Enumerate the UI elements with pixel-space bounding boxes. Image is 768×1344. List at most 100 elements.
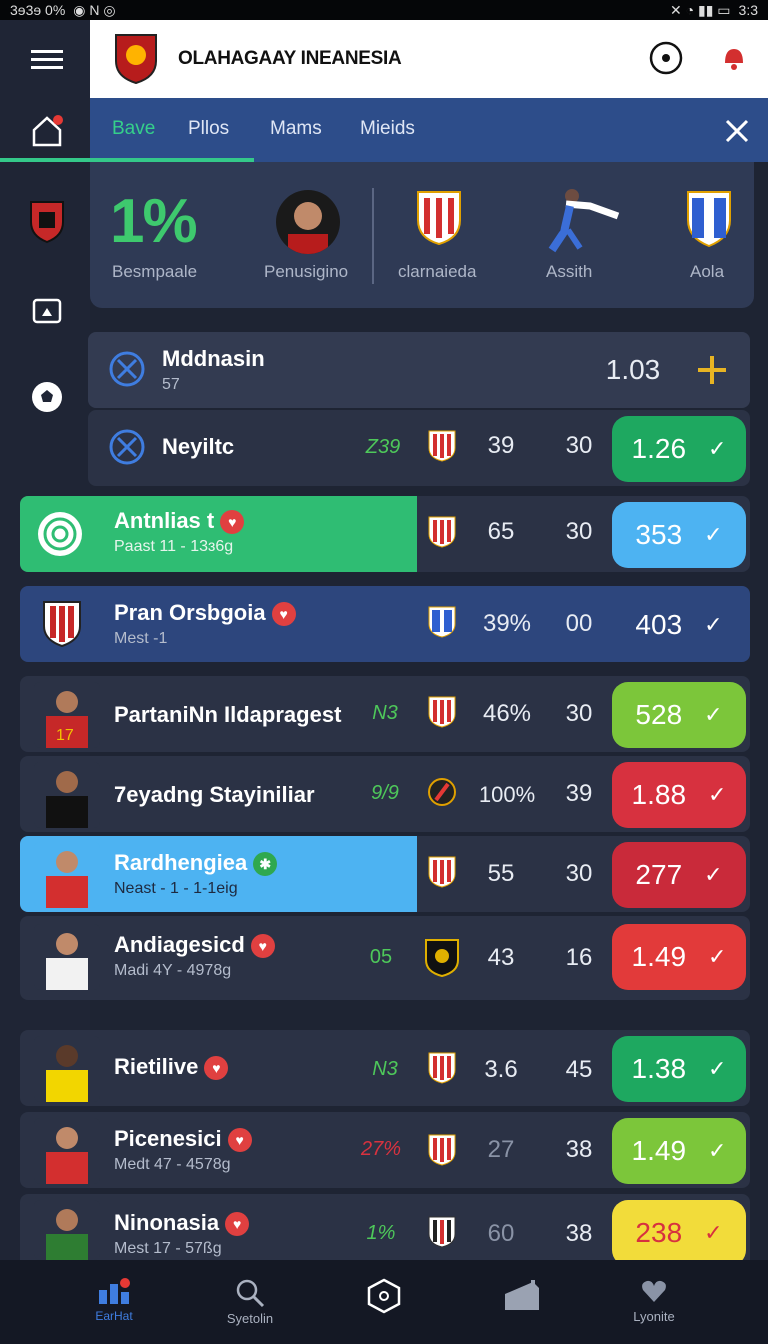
row-col1: 65	[487, 518, 515, 545]
menu-icon[interactable]	[22, 34, 72, 84]
nav-item-center[interactable]	[324, 1278, 444, 1317]
nav-item-home[interactable]: EarHat	[54, 1278, 174, 1323]
row-small-stat: 05	[369, 946, 393, 968]
odds-button[interactable]: 1.49 ✓	[612, 924, 746, 990]
featured-stat: 1%	[110, 187, 198, 256]
player-avatar[interactable]	[276, 190, 340, 254]
tab-bave[interactable]: Bave	[112, 118, 155, 140]
row-name: Rietilive	[114, 1054, 199, 1079]
row-col2: 30	[565, 860, 593, 887]
player-action-icon[interactable]	[546, 186, 620, 263]
row-col2: 16	[565, 944, 593, 971]
row-sub: Mest 17 - 57ßg	[114, 1240, 222, 1257]
odds-value: 353	[635, 519, 683, 550]
list-item[interactable]: Ninonasia ♥ Mest 17 - 57ßg 1% 60 38 238 ✓	[20, 1194, 750, 1266]
list-item[interactable]: Rietilive ♥ N3 3.6 45 1.38 ✓	[20, 1030, 750, 1106]
bar-chart-icon	[99, 1278, 130, 1304]
list-item[interactable]: Andiagesicd ♥ Madi 4Y - 4978g 05 43 16 1.…	[20, 916, 750, 1000]
row-col2: 38	[565, 1136, 593, 1163]
app-header: OLAHAGAAY INEANESIA	[90, 20, 768, 98]
odds-button[interactable]: 403 ✓	[612, 592, 746, 658]
plus-icon[interactable]	[694, 352, 730, 388]
football-icon[interactable]	[22, 372, 72, 422]
featured-label-1: Besmpaale	[112, 262, 198, 281]
row-col1: 27	[487, 1136, 515, 1163]
odds-button[interactable]: 238 ✓	[612, 1200, 746, 1266]
search-icon	[236, 1279, 265, 1308]
odds-button[interactable]: 1.26 ✓	[612, 416, 746, 482]
featured-panel: 1% Besmpaale Penusigino clarnaieda Assit…	[90, 162, 754, 308]
list-item[interactable]: Mddnasin 57 1.03	[88, 332, 750, 408]
row-sub: Mest -1	[114, 630, 168, 647]
list-item[interactable]: Pran Orsbgoia ♥ Mest -1 39% 00 403 ✓	[20, 586, 750, 662]
row-col1: 3.6	[484, 1056, 518, 1083]
nav-label: EarHat	[95, 1309, 133, 1323]
odds-value: 238	[635, 1217, 683, 1248]
row-col2: 45	[565, 1056, 593, 1083]
team-crest-icon	[428, 1134, 456, 1166]
odds-value: 277	[635, 859, 683, 890]
club-crest-icon[interactable]	[22, 196, 72, 246]
team-crest-icon	[428, 1216, 456, 1248]
player-avatar	[34, 762, 100, 828]
list-item[interactable]: Neyiltc Z39 39 30 1.26 ✓	[88, 410, 750, 486]
settings-icon[interactable]	[648, 40, 684, 76]
heart-icon	[642, 1280, 666, 1302]
cross-circle-icon	[109, 351, 145, 387]
team-crest-icon[interactable]	[416, 190, 462, 251]
row-name: Neyiltc	[162, 434, 235, 459]
check-icon: ✓	[708, 1056, 727, 1081]
row-name: Pran Orsbgoia	[114, 600, 266, 625]
row-sub: 57	[162, 376, 180, 393]
row-col1: 39%	[482, 610, 532, 637]
notification-bell-icon[interactable]	[716, 40, 752, 76]
row-sub: Neast - 1 - 1-1eig	[114, 880, 238, 897]
row-name-wrap: Picenesici ♥	[114, 1126, 252, 1153]
status-time: 3:3	[738, 2, 758, 18]
close-icon[interactable]	[724, 118, 750, 149]
player-avatar	[34, 1036, 100, 1102]
team-crest-icon	[428, 606, 456, 638]
row-small-stat: 1%	[366, 1222, 396, 1244]
odds-button[interactable]: 528 ✓	[612, 682, 746, 748]
team-badge-icon: ✱	[253, 852, 278, 877]
row-name: Andiagesicd	[114, 932, 245, 957]
player-avatar	[34, 1118, 100, 1184]
list-item[interactable]: Rardhengiea ✱ Neast - 1 - 1-1eig 55 30 27…	[20, 836, 750, 912]
row-small-stat: 9/9	[371, 782, 399, 804]
row-name: Mddnasin	[162, 346, 265, 371]
media-icon[interactable]	[22, 286, 72, 336]
page-title: OLAHAGAAY INEANESIA	[178, 48, 402, 69]
row-col1: 43	[487, 944, 515, 971]
row-name-wrap: Rardhengiea ✱	[114, 850, 278, 877]
odds-button[interactable]: 1.88 ✓	[612, 762, 746, 828]
tab-mams[interactable]: Mams	[270, 118, 322, 140]
nav-item-profile[interactable]: Lyonite	[594, 1278, 714, 1324]
team-crest-icon	[425, 939, 459, 978]
check-icon: ✓	[704, 612, 723, 637]
home-icon[interactable]	[22, 106, 72, 156]
odds-button[interactable]: 1.38 ✓	[612, 1036, 746, 1102]
row-sub: Madi 4Y - 4978g	[114, 962, 232, 979]
check-icon: ✓	[704, 522, 723, 547]
check-icon: ✓	[704, 1220, 723, 1245]
league-logo	[115, 34, 157, 85]
list-item[interactable]: 7eyadng Stayiniliar 9/9 100% 39 1.88 ✓	[20, 756, 750, 832]
list-item[interactable]: 17 PartaniNn Ildapragest N3 46% 30 528 ✓	[20, 676, 750, 752]
odds-button[interactable]: 1.49 ✓	[612, 1118, 746, 1184]
odds-value: 403	[635, 609, 683, 640]
nav-item-search[interactable]: Syetolin	[190, 1278, 310, 1326]
tab-mieids[interactable]: Mieids	[360, 118, 415, 140]
row-name: 7eyadng Stayiniliar	[114, 782, 315, 807]
tab-pllos[interactable]: Pllos	[188, 118, 229, 140]
team-crest-blue-icon[interactable]	[686, 190, 732, 253]
odds-value: 1.26	[631, 433, 687, 464]
odds-value: 1.49	[631, 941, 687, 972]
nav-item-stadium[interactable]	[462, 1278, 582, 1315]
row-name-wrap: Antnlias t ♥	[114, 508, 245, 535]
row-name: Ninonasia	[114, 1210, 220, 1235]
list-item[interactable]: Antnlias t ♥ Paast 11 - 13ɜ6g 65 30 353 ✓	[20, 496, 750, 572]
list-item[interactable]: Picenesici ♥ Medt 47 - 4578g 27% 27 38 1.…	[20, 1112, 750, 1188]
odds-button[interactable]: 353 ✓	[612, 502, 746, 568]
odds-button[interactable]: 277 ✓	[612, 842, 746, 908]
